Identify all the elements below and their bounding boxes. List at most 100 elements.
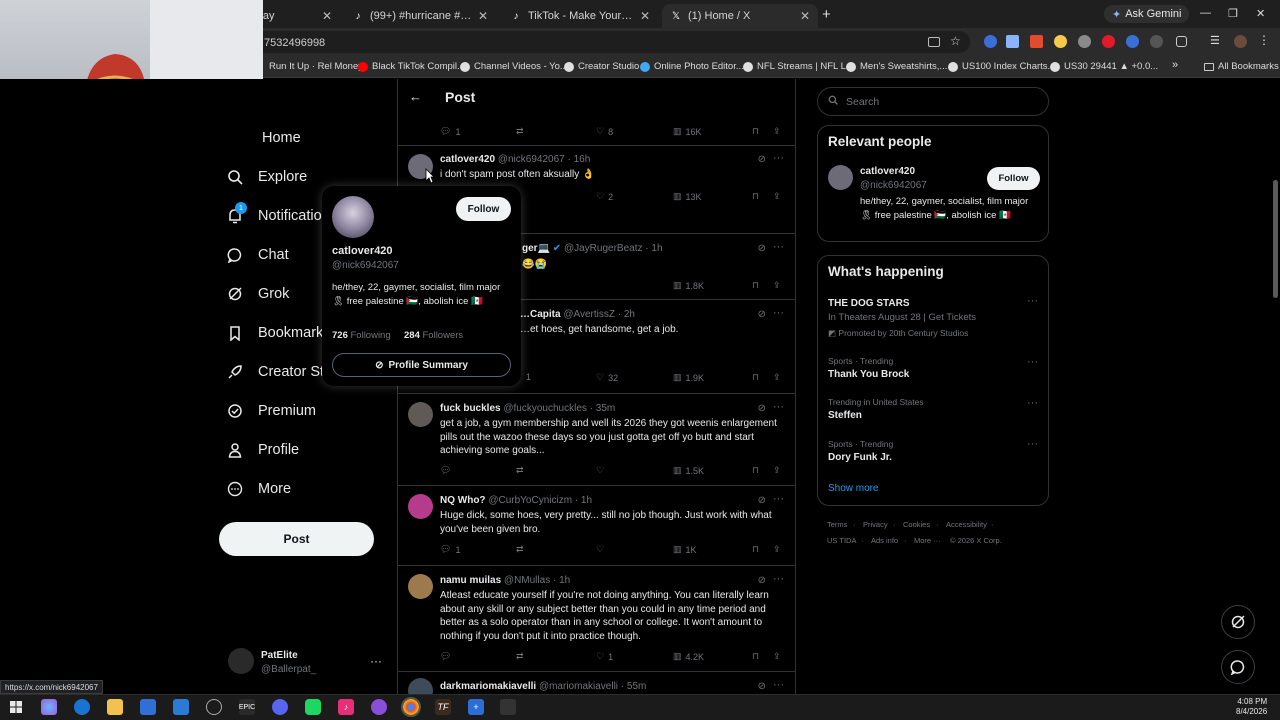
app-tf-icon[interactable]: TF [435,699,451,715]
tweet-more-icon[interactable]: ··· [773,401,784,413]
footer-accessibility[interactable]: Accessibility [946,520,987,529]
tweet-time[interactable]: · 35m [590,403,616,414]
extensions-puzzle-icon[interactable] [1176,36,1187,47]
app-window-icon[interactable] [500,699,516,715]
bookmark-item[interactable]: Creator Studio [564,61,639,72]
repost-button[interactable]: ⇄ [516,651,524,662]
all-bookmarks-button[interactable]: All Bookmarks [1204,61,1279,72]
page-scrollbar-track[interactable] [1271,79,1280,694]
author-handle[interactable]: @nick6942067 [498,154,565,165]
tiktok-icon[interactable]: ♪ [338,699,354,715]
tweet-time[interactable]: · 1h [645,243,662,254]
tweet[interactable]: darkmariomakiavelli @mariomakiavelli · 5… [397,672,796,694]
share-button[interactable]: ⇪ [773,651,781,662]
grok-explain-icon[interactable]: ⊘ [758,681,766,692]
views-button[interactable]: ▥ 16K [673,126,702,137]
tweet-time[interactable]: · 1h [575,495,592,506]
close-tab-icon[interactable]: ✕ [478,9,488,23]
trend-more-icon[interactable]: ··· [1027,438,1038,450]
like-button[interactable]: ♡ 8 [596,126,613,137]
like-button[interactable]: ♡ [596,465,604,476]
author-name[interactable]: darkmariomakiavelli [440,681,536,692]
avatar[interactable] [408,402,433,427]
like-button[interactable]: ♡ 1 [596,651,613,662]
maximize-window-icon[interactable]: ❐ [1228,7,1238,20]
tweet-time[interactable]: · 16h [567,154,590,165]
author-handle[interactable]: @AvertissZ [563,309,615,320]
tweet-more-icon[interactable]: ··· [773,241,784,253]
tweet-more-icon[interactable]: ··· [773,493,784,505]
repost-button[interactable]: ⇄ [516,465,524,476]
spotify-icon[interactable] [305,699,321,715]
grok-explain-icon[interactable]: ⊘ [758,575,766,586]
back-button[interactable]: ← [409,89,422,104]
discord-icon[interactable] [272,699,288,715]
tab-tiktok-make-your-day[interactable]: ♪ TikTok - Make Your Day ✕ [502,4,658,28]
bookmark-button[interactable]: ⊓ [752,126,759,137]
bookmark-item[interactable]: Online Photo Editor... [640,61,744,72]
reply-button[interactable]: 💬︎ [440,651,451,662]
views-button[interactable]: ▥ 1.5K [673,465,704,476]
extension-8-icon[interactable] [1150,35,1163,48]
reply-button[interactable]: 💬︎ [440,465,451,476]
sidebar-item-bookmarks[interactable]: Bookmarks [226,324,331,342]
footer-us-tida[interactable]: US TIDA [827,536,856,545]
bookmark-item[interactable]: Channel Videos - Yo... [460,61,568,72]
followers-stat[interactable]: 284 Followers [404,330,463,341]
grok-explain-icon[interactable]: ⊘ [758,309,766,320]
tweet-more-icon[interactable]: ··· [773,679,784,691]
share-button[interactable]: ⇪ [773,544,781,555]
bookmark-item[interactable]: Black TikTok Compil... [358,61,465,72]
windows-start-icon[interactable] [8,699,24,715]
tweet[interactable]: fuck buckles @fuckyouchuckles · 35m ⊘ ··… [397,394,796,486]
chrome-icon[interactable] [401,697,421,717]
trend-more-icon[interactable]: ··· [1027,397,1038,409]
account-switcher[interactable]: PatElite @Ballerpat_ ··· [228,648,388,678]
sidebar-item-grok[interactable]: Grok [226,285,289,303]
grok-explain-icon[interactable]: ⊘ [758,154,766,165]
views-button[interactable]: ▥ 1.8K [673,280,704,291]
avatar[interactable] [408,678,433,694]
close-window-icon[interactable]: ✕ [1256,7,1265,20]
follow-button[interactable]: Follow [987,167,1040,190]
bookmark-item[interactable]: Run It Up · Rel Money [269,61,363,72]
extension-4-icon[interactable] [1054,35,1067,48]
browser-menu-icon[interactable]: ⋮ [1258,33,1271,47]
grok-fab-button[interactable] [1221,605,1255,639]
author-name[interactable]: fuck buckles [440,403,501,414]
repost-button[interactable]: 1 [526,372,531,382]
share-button[interactable]: ⇪ [773,126,781,137]
views-button[interactable]: ▥ 13K [673,191,702,202]
sidebar-item-premium[interactable]: Premium [226,402,316,420]
bookmarks-overflow-button[interactable]: » [1172,59,1178,71]
tab-x-home[interactable]: 𝕏 (1) Home / X ✕ [662,4,818,28]
like-button[interactable]: ♡ [596,544,604,555]
new-tab-button[interactable]: + [822,6,831,23]
bookmark-item[interactable]: NFL Streams | NFL L... [743,61,854,72]
tweet-more-icon[interactable]: ··· [773,152,784,164]
search-input[interactable]: Search [817,87,1049,116]
author-name[interactable]: …Capita [520,309,561,320]
show-more-link[interactable]: Show more [828,483,879,494]
url-text[interactable]: 7532496998 [264,37,325,49]
sidebar-item-notifications[interactable]: 1 Notifications [226,202,337,225]
trend-more-icon[interactable]: ··· [1027,295,1038,307]
extension-2-icon[interactable] [1006,35,1019,48]
minimize-window-icon[interactable]: — [1200,7,1211,19]
tweet-more-icon[interactable]: ··· [773,573,784,585]
footer-more[interactable]: More ··· [914,536,941,545]
views-button[interactable]: ▥ 1K [673,544,697,555]
bookmark-button[interactable]: ⊓ [752,191,759,202]
following-stat[interactable]: 726 Following [332,330,391,341]
bookmark-button[interactable]: ⊓ [752,465,759,476]
sidebar-item-profile[interactable]: Profile [226,441,299,459]
reply-button[interactable]: 💬︎ 1 [440,544,460,555]
profile-summary-button[interactable]: ⊘ Profile Summary [332,353,511,377]
author-handle[interactable]: @mariomakiavelli [539,681,618,692]
extension-3-icon[interactable] [1030,35,1043,48]
close-tab-icon[interactable]: ✕ [640,9,650,23]
author-name[interactable]: catlover420 [440,154,495,165]
footer-terms[interactable]: Terms [827,520,847,529]
author-handle[interactable]: @NMullas [504,575,550,586]
bookmark-item[interactable]: US30 29441 ▲ +0.0... [1050,61,1158,72]
